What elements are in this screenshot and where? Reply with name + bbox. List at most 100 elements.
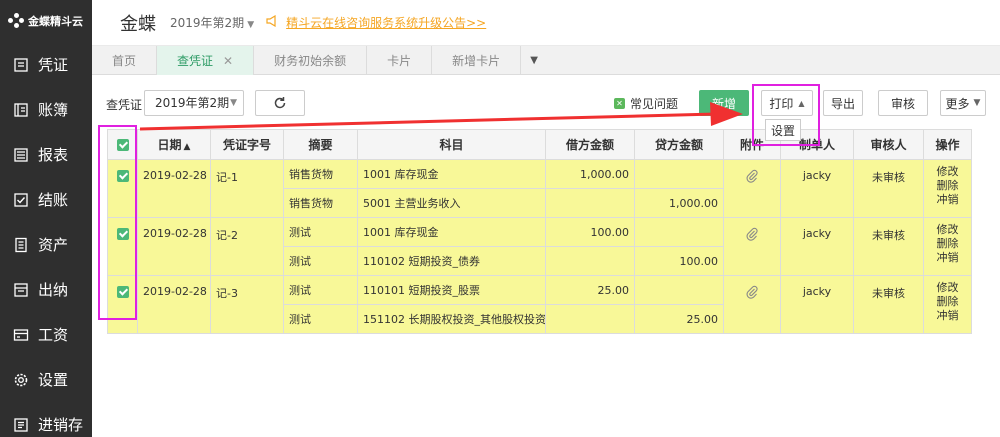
tab-1[interactable]: 查凭证 ✕ <box>157 46 255 75</box>
table-header-row: 日期 ▲ 凭证字号 摘要 科目 借方金额 贷方金额 附件 制单人 审核人 操作 <box>107 129 972 160</box>
voucher-number-cell[interactable]: 记-1 <box>210 159 284 218</box>
sort-up-icon[interactable]: ▲ <box>184 142 191 152</box>
table-row[interactable]: 2019-02-28 记-3 测试 110101 短期投资_股票 25.00 jacky 未… <box>107 275 972 334</box>
action-link[interactable]: 删除 <box>929 179 966 193</box>
report-icon <box>13 147 29 163</box>
tabs-more-icon[interactable]: ▼ <box>521 46 547 75</box>
faq-link[interactable]: ✕ 常见问题 <box>614 95 678 112</box>
sidebar-item-label: 出纳 <box>38 281 69 299</box>
audit-status-cell: 未审核 <box>853 217 924 276</box>
summary-cell: 测试 <box>283 217 358 247</box>
logo-icon <box>8 13 24 29</box>
action-link[interactable]: 冲销 <box>929 193 966 207</box>
chevron-down-icon: ▼ <box>973 98 981 108</box>
period-label: 2019年第2期 <box>170 16 245 30</box>
toolbar-label: 查凭证 <box>106 98 143 112</box>
new-button[interactable]: 新增 <box>699 90 749 116</box>
audit-status-cell: 未审核 <box>853 159 924 218</box>
credit-cell: 25.00 <box>634 304 724 334</box>
col-date-label: 日期 <box>157 138 182 152</box>
sidebar-item-label: 设置 <box>38 371 69 389</box>
voucher-number-cell[interactable]: 记-2 <box>210 217 284 276</box>
col-auditor: 审核人 <box>853 129 924 160</box>
sidebar-item-4[interactable]: 资产 <box>0 222 92 267</box>
tab-0[interactable]: 首页 <box>92 46 158 75</box>
date-cell: 2019-02-28 <box>137 159 211 218</box>
action-link[interactable]: 冲销 <box>929 251 966 265</box>
sidebar-item-6[interactable]: 工资 <box>0 312 92 357</box>
tab-label: 卡片 <box>387 54 412 68</box>
action-link[interactable]: 修改 <box>929 165 966 179</box>
tab-label: 查凭证 <box>177 54 214 68</box>
sidebar-item-label: 进销存 <box>38 416 84 434</box>
sidebar-item-label: 工资 <box>38 326 69 344</box>
close-icon[interactable]: ✕ <box>223 54 233 68</box>
summary-cell: 测试 <box>283 275 358 305</box>
asset-icon <box>13 237 29 253</box>
sidebar-item-1[interactable]: 账簿 <box>0 87 92 132</box>
refresh-button[interactable] <box>255 90 305 116</box>
gear-icon <box>13 372 29 388</box>
sidebar-item-5[interactable]: 出纳 <box>0 267 92 312</box>
account-cell: 5001 主营业务收入 <box>357 188 546 218</box>
chevron-down-icon: ▼ <box>247 20 255 30</box>
account-cell: 1001 库存现金 <box>357 217 546 247</box>
tab-label: 首页 <box>112 54 137 68</box>
tab-4[interactable]: 新增卡片 <box>432 46 522 75</box>
table-row[interactable]: 2019-02-28 记-2 测试 1001 库存现金 100.00 jacky 未审核 修改… <box>107 217 972 276</box>
faq-label: 常见问题 <box>630 97 679 111</box>
audit-button[interactable]: 审核 <box>878 90 928 116</box>
sidebar-item-label: 凭证 <box>38 56 69 74</box>
sidebar-item-7[interactable]: 设置 <box>0 357 92 402</box>
salary-icon <box>13 327 29 343</box>
tab-3[interactable]: 卡片 <box>367 46 433 75</box>
top-bar: 金蝶 2019年第2期 ▼ 精斗云在线咨询服务系统升级公告>> <box>92 0 1000 46</box>
actions-cell: 修改 删除 冲销 <box>923 275 972 334</box>
table-row[interactable]: 2019-02-28 记-1 销售货物 1001 库存现金 1,000.00 jacky 未… <box>107 159 972 218</box>
account-cell: 1001 库存现金 <box>357 159 546 189</box>
action-link[interactable]: 修改 <box>929 281 966 295</box>
credit-cell <box>634 217 724 247</box>
col-number: 凭证字号 <box>210 129 284 160</box>
attachment-cell[interactable] <box>723 159 781 218</box>
voucher-number-cell[interactable]: 记-3 <box>210 275 284 334</box>
sidebar-item-label: 结账 <box>38 191 69 209</box>
col-date[interactable]: 日期 ▲ <box>137 129 211 160</box>
sidebar-item-3[interactable]: 结账 <box>0 177 92 222</box>
debit-cell: 25.00 <box>545 275 635 305</box>
debit-cell: 100.00 <box>545 217 635 247</box>
period-select[interactable]: 2019年第2期 ▼ <box>144 90 244 116</box>
sidebar-item-0[interactable]: 凭证 <box>0 42 92 87</box>
paperclip-icon[interactable] <box>746 227 758 244</box>
action-link[interactable]: 删除 <box>929 295 966 309</box>
debit-cell <box>545 188 635 218</box>
sidebar-item-label: 资产 <box>38 236 69 254</box>
col-account: 科目 <box>357 129 546 160</box>
logo: 金蝶精斗云 <box>0 0 92 42</box>
credit-cell: 100.00 <box>634 246 724 276</box>
paperclip-icon[interactable] <box>746 285 758 302</box>
actions-cell: 修改 删除 冲销 <box>923 217 972 276</box>
export-button[interactable]: 导出 <box>823 90 863 116</box>
summary-cell: 销售货物 <box>283 188 358 218</box>
col-credit: 贷方金额 <box>634 129 724 160</box>
paperclip-icon[interactable] <box>746 169 758 186</box>
action-link[interactable]: 修改 <box>929 223 966 237</box>
period-switcher[interactable]: 2019年第2期 ▼ <box>170 14 254 31</box>
maker-cell: jacky <box>780 159 854 218</box>
attachment-cell[interactable] <box>723 217 781 276</box>
more-button[interactable]: 更多 ▼ <box>940 90 986 116</box>
sidebar-item-8[interactable]: 进销存 <box>0 402 92 437</box>
actions-cell: 修改 删除 冲销 <box>923 159 972 218</box>
notice-link[interactable]: 精斗云在线咨询服务系统升级公告>> <box>286 14 486 31</box>
inventory-icon <box>13 417 29 433</box>
tab-2[interactable]: 财务初始余额 <box>254 46 368 75</box>
tab-label: 财务初始余额 <box>274 54 347 68</box>
date-cell: 2019-02-28 <box>137 217 211 276</box>
action-link[interactable]: 冲销 <box>929 309 966 323</box>
ledger-icon <box>13 102 29 118</box>
sidebar-item-2[interactable]: 报表 <box>0 132 92 177</box>
action-link[interactable]: 删除 <box>929 237 966 251</box>
checkbox-highlight-box <box>98 125 137 320</box>
attachment-cell[interactable] <box>723 275 781 334</box>
